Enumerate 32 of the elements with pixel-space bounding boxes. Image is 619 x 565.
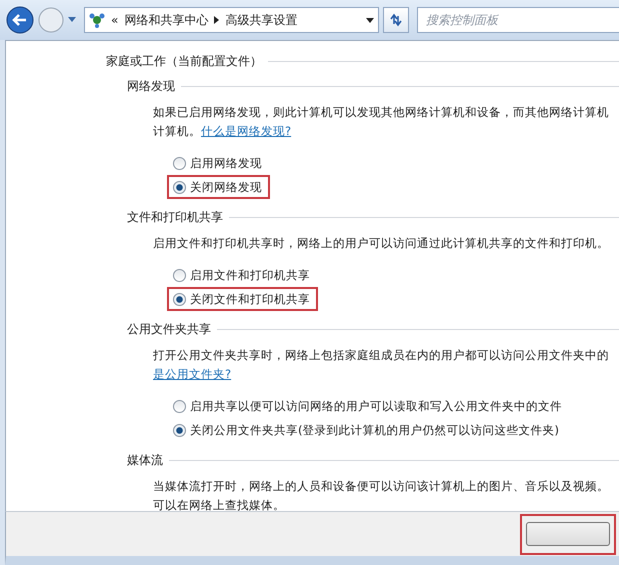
breadcrumb-item[interactable]: 高级共享设置: [225, 12, 298, 28]
breadcrumb-item[interactable]: 网络和共享中心: [124, 12, 208, 28]
address-bar[interactable]: « 网络和共享中心 高级共享设置: [84, 7, 379, 33]
radio-option[interactable]: 启用文件和打印机共享: [167, 263, 318, 287]
help-link[interactable]: 是公用文件夹?: [153, 365, 232, 384]
help-link[interactable]: 什么是网络发现?: [201, 122, 292, 141]
network-icon: [89, 12, 105, 28]
history-dropdown-icon[interactable]: [68, 17, 76, 23]
description-text: 打开公用文件夹共享时，网络上包括家庭组成员在内的用户都可以访问公用文件夹中的: [153, 347, 609, 364]
section-title: 文件和打印机共享: [127, 209, 223, 226]
search-field[interactable]: 搜索控制面板: [417, 7, 619, 33]
dialog-button[interactable]: [526, 522, 610, 546]
highlighted-option[interactable]: 关闭文件和打印机共享: [167, 287, 318, 311]
section-title: 媒体流: [127, 452, 163, 469]
description-text: 启用文件和打印机共享时，网络上的用户可以访问通过此计算机共享的文件和打印机。: [153, 235, 609, 252]
section-title: 网络发现: [127, 78, 175, 95]
description-text: 计算机。: [153, 123, 201, 140]
description-text: 当媒体流打开时，网络上的人员和设备便可以访问该计算机上的图片、音乐以及视频。: [153, 478, 609, 495]
radio-option[interactable]: 关闭公用文件夹共享(登录到此计算机的用户仍然可以访问这些文件夹): [167, 418, 567, 442]
breadcrumb-overflow[interactable]: «: [111, 13, 118, 27]
section-title: 公用文件夹共享: [127, 321, 211, 338]
refresh-button[interactable]: [383, 7, 409, 33]
caret-icon[interactable]: [366, 18, 374, 22]
chevron-icon[interactable]: [214, 16, 220, 24]
back-button[interactable]: [6, 6, 34, 34]
radio-option[interactable]: 启用网络发现: [167, 151, 270, 175]
profile-title: 家庭或工作（当前配置文件）: [106, 53, 262, 70]
refresh-icon: [389, 13, 403, 27]
description-text: 可以在网络上查找媒体。: [153, 497, 285, 511]
description-text: 如果已启用网络发现，则此计算机可以发现其他网络计算机和设备，而其他网络计算机: [153, 104, 609, 121]
radio-option[interactable]: 启用共享以便可以访问网络的用户可以读取和写入公用文件夹中的文件: [167, 394, 570, 418]
highlighted-option[interactable]: 关闭网络发现: [167, 175, 270, 199]
